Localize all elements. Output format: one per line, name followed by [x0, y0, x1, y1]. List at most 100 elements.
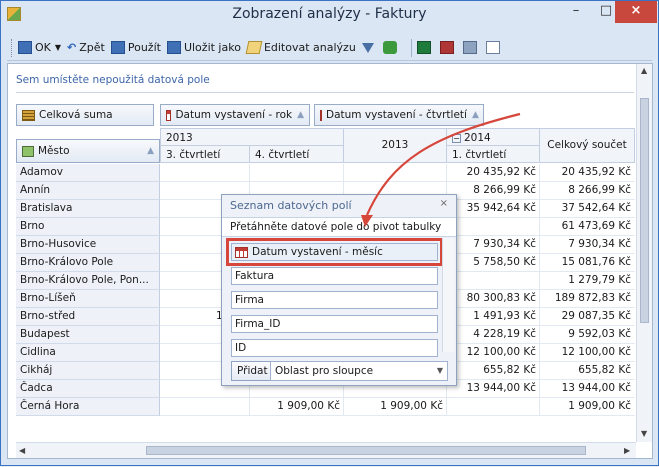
add-field-button[interactable]: Přidat: [231, 361, 274, 381]
grand-total-label: Celková suma: [39, 109, 113, 121]
value-cell: [160, 164, 250, 182]
value-cell: 80 300,83 Kč: [446, 290, 540, 308]
value-cell: [446, 398, 540, 416]
header-year-2014-label: 2014: [464, 132, 491, 144]
field-company-id[interactable]: Firma_ID: [231, 315, 438, 333]
apply-label: Použít: [127, 41, 161, 54]
field-id[interactable]: ID: [231, 339, 438, 357]
header-q4-2013: 4. čtvrtletí: [249, 145, 344, 163]
save-as-button[interactable]: Uložit jako: [166, 41, 241, 54]
chevron-down-icon[interactable]: ▼: [55, 43, 61, 52]
row-header-city[interactable]: Brno: [16, 218, 160, 236]
value-cell: 5 758,50 Kč: [446, 254, 540, 272]
header-year-2013: 2013: [160, 128, 344, 146]
filter-button[interactable]: [361, 42, 377, 53]
header-q1-2014: 1. čtvrtletí: [446, 145, 540, 163]
vertical-scroll-thumb[interactable]: [640, 98, 649, 323]
value-cell: 7 930,34 Kč: [539, 236, 635, 254]
row-header-city[interactable]: Cikháj: [16, 362, 160, 380]
minimize-button[interactable]: –: [561, 1, 591, 23]
grand-total-button[interactable]: Celková suma: [16, 104, 154, 126]
field-company[interactable]: Firma: [231, 291, 438, 309]
field-date-month[interactable]: Datum vystavení - měsíc: [226, 238, 443, 266]
row-header-city[interactable]: Adamov: [16, 164, 160, 182]
chevron-down-icon: ▼: [436, 366, 443, 375]
value-cell: 1 909,00 Kč: [539, 398, 635, 416]
row-field-city-label: Město: [38, 145, 70, 157]
value-cell: [343, 164, 447, 182]
row-header-city[interactable]: Brno-střed: [16, 308, 160, 326]
home-icon: [22, 145, 34, 157]
row-header-city[interactable]: Budapest: [16, 326, 160, 344]
target-area-value: Oblast pro sloupce: [275, 365, 374, 377]
header-year-2014[interactable]: −2014: [446, 128, 540, 146]
print-preview-button[interactable]: [485, 41, 503, 54]
row-header-city[interactable]: Brno-Husovice: [16, 236, 160, 254]
value-cell: [160, 398, 250, 416]
scroll-right-icon[interactable]: ▶: [624, 446, 630, 455]
app-window: Zobrazení analýzy - Faktury – □ × OK ▼ ↶…: [0, 0, 659, 466]
field-date-month-label: Datum vystavení - měsíc: [252, 246, 383, 258]
back-label: Zpět: [79, 41, 105, 54]
value-cell: 12 100,00 Kč: [446, 344, 540, 362]
target-area-select[interactable]: Oblast pro sloupce ▼: [270, 361, 448, 381]
edit-analysis-label: Editovat analýzu: [263, 41, 356, 54]
value-cell: 655,82 Kč: [446, 362, 540, 380]
header-q3-2013: 3. čtvrtletí: [160, 145, 250, 163]
value-cell: [446, 272, 540, 290]
value-cell: 1 909,00 Kč: [249, 398, 344, 416]
value-cell: 1 909,00 Kč: [343, 398, 447, 416]
back-button[interactable]: ↶ Zpět: [67, 41, 105, 54]
ok-label: OK: [35, 41, 51, 54]
row-header-city[interactable]: Brno-Líšeň: [16, 290, 160, 308]
field-list-close-button[interactable]: ×: [440, 198, 448, 209]
horizontal-scroll-thumb[interactable]: [146, 446, 586, 455]
row-header-city[interactable]: Čadca: [16, 380, 160, 398]
scroll-left-icon[interactable]: ◀: [19, 446, 25, 455]
collapse-icon[interactable]: −: [452, 134, 461, 143]
apply-button[interactable]: Použít: [110, 41, 161, 54]
close-button[interactable]: ×: [615, 1, 657, 23]
export-pdf-button[interactable]: [439, 41, 457, 54]
row-header-city[interactable]: Brno-Královo Pole, Pon...: [16, 272, 160, 290]
scroll-down-icon[interactable]: ▼: [641, 429, 647, 438]
sort-ascending-icon: ▲: [297, 110, 304, 120]
field-list-title: Seznam datových polí: [230, 199, 352, 212]
row-header-city[interactable]: Bratislava: [16, 200, 160, 218]
field-list-scrollbar[interactable]: [442, 238, 454, 352]
scroll-up-icon[interactable]: ▲: [641, 66, 647, 75]
row-header-city[interactable]: Cidlina: [16, 344, 160, 362]
row-header-city[interactable]: Černá Hora: [16, 398, 160, 416]
value-cell: 12 100,00 Kč: [539, 344, 635, 362]
vertical-scrollbar[interactable]: ▲ ▼: [636, 64, 652, 442]
column-field-year[interactable]: Datum vystavení - rok ▲: [160, 104, 310, 126]
sum-icon: [22, 109, 35, 121]
header-grand-total: Celkový součet: [539, 128, 635, 163]
excel-icon: [416, 41, 431, 54]
value-cell: 7 930,34 Kč: [446, 236, 540, 254]
toolbar: OK ▼ ↶ Zpět Použít Uložit jako Editovat …: [7, 35, 652, 61]
row-field-city[interactable]: Město ▲: [16, 139, 160, 163]
print-button[interactable]: [462, 41, 480, 54]
pdf-icon: [439, 41, 454, 54]
value-cell: 1 491,93 Kč: [446, 308, 540, 326]
horizontal-scrollbar[interactable]: ◀ ▶: [16, 442, 636, 458]
value-cell: 37 542,64 Kč: [539, 200, 635, 218]
table-icon: [166, 109, 172, 121]
column-field-quarter[interactable]: Datum vystavení - čtvrtletí ▲: [314, 104, 484, 126]
value-cell: 9 592,03 Kč: [539, 326, 635, 344]
column-field-year-label: Datum vystavení - rok: [175, 109, 293, 121]
refresh-button[interactable]: [382, 41, 400, 54]
value-cell: 8 266,99 Kč: [446, 182, 540, 200]
ok-button[interactable]: OK ▼: [18, 41, 61, 54]
pencil-icon: [245, 41, 263, 54]
column-divider: [539, 164, 540, 416]
filter-drop-area[interactable]: Sem umístěte nepoužitá datová pole: [16, 74, 210, 86]
edit-analysis-button[interactable]: Editovat analýzu: [245, 41, 356, 54]
table-icon: [320, 109, 322, 121]
row-header-city[interactable]: Brno-Královo Pole: [16, 254, 160, 272]
undo-icon: ↶: [67, 41, 77, 54]
row-header-city[interactable]: Annín: [16, 182, 160, 200]
field-invoice[interactable]: Faktura: [231, 267, 438, 285]
export-excel-button[interactable]: [416, 41, 434, 54]
